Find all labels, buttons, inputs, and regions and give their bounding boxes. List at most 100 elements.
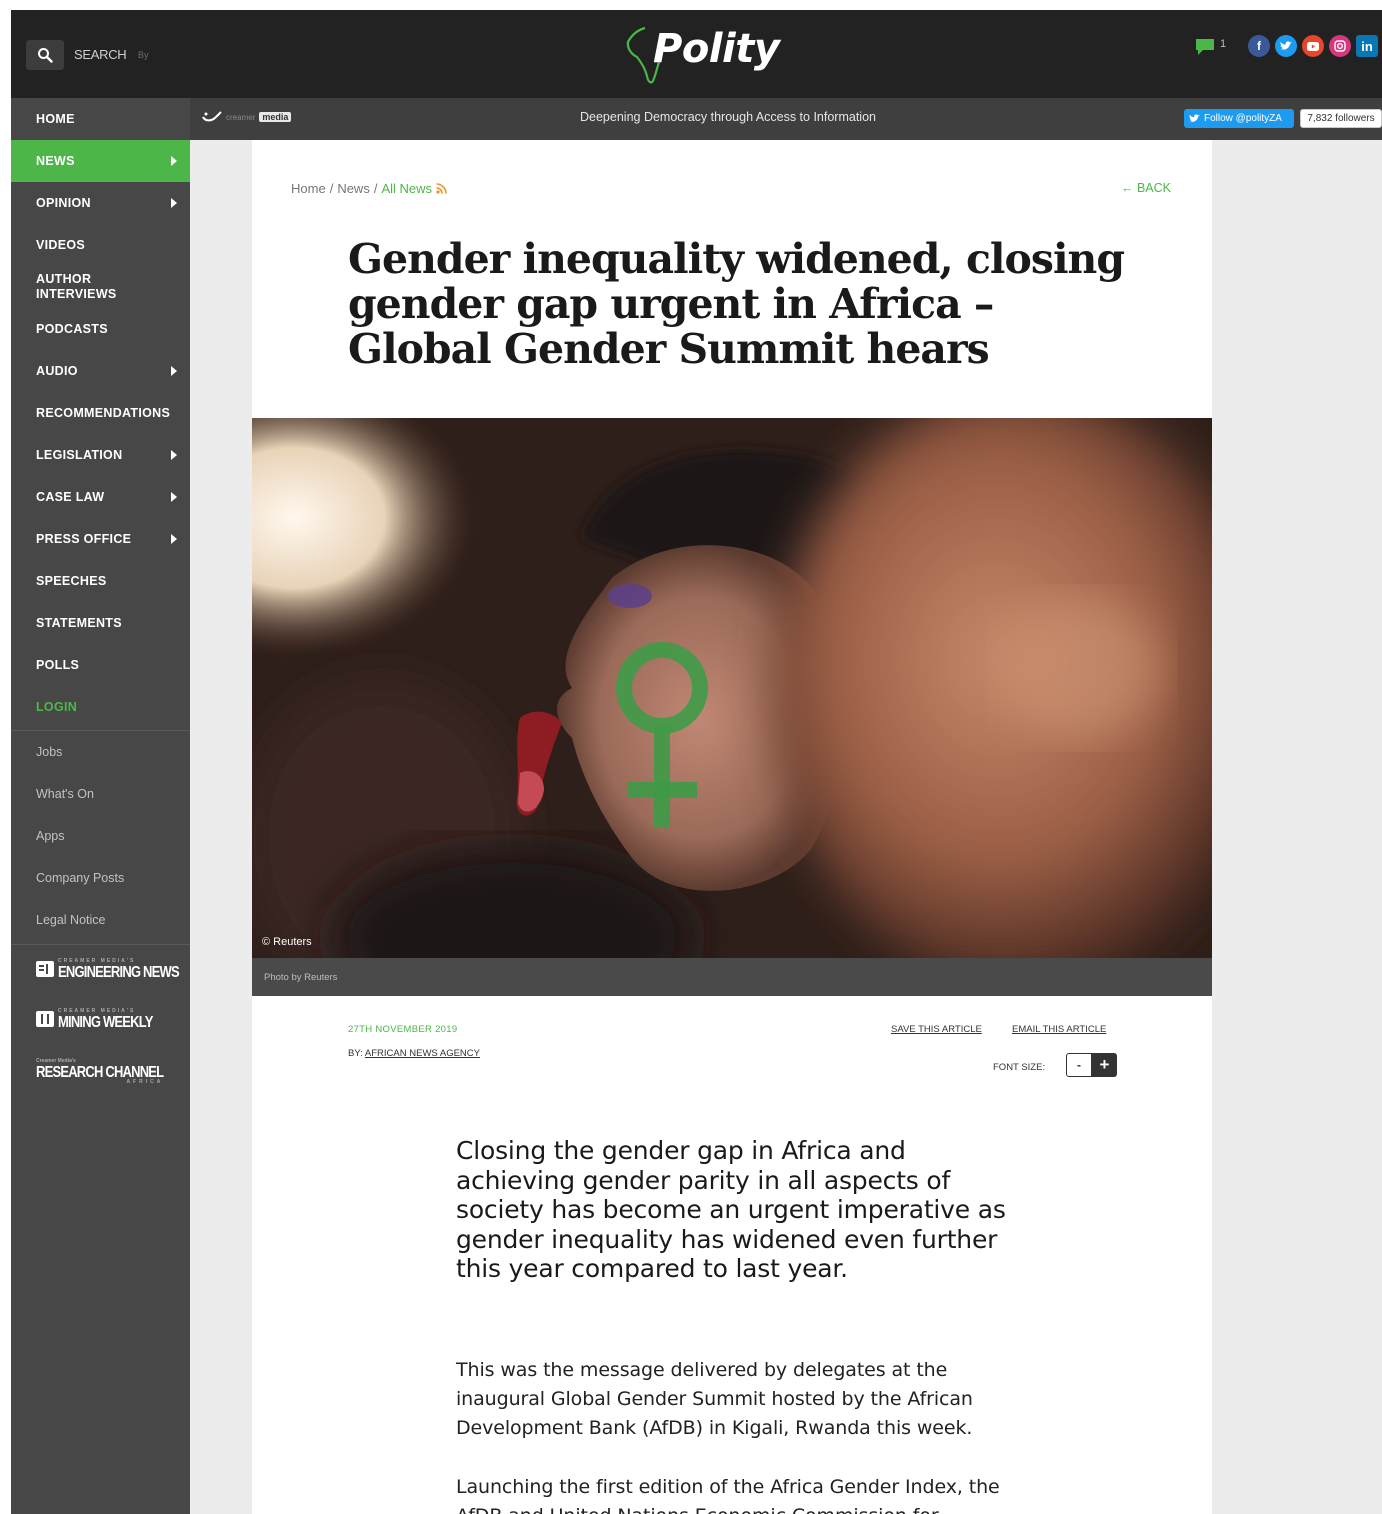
photo-illustration (252, 418, 1212, 958)
sidebar-item-label: Jobs (36, 745, 63, 759)
sidebar-item-jobs[interactable]: Jobs (11, 731, 190, 773)
brand-big: MINING WEEKLY (58, 1012, 153, 1031)
sidebar-divider (11, 944, 190, 945)
creamer-media-logo[interactable]: creamer media (202, 111, 292, 123)
sidebar-item-login[interactable]: LOGIN (11, 686, 190, 728)
sidebar-item-author-interviews[interactable]: AUTHOR INTERVIEWS (11, 266, 190, 308)
rss-icon[interactable] (436, 183, 447, 194)
arrow-right-icon (171, 534, 177, 544)
twitter-bird-icon (1189, 114, 1200, 123)
site-tagline: Deepening Democracy through Access to In… (580, 110, 876, 124)
font-decrease-button[interactable]: - (1066, 1053, 1092, 1077)
sidebar-item-podcasts[interactable]: PODCASTS (11, 308, 190, 350)
breadcrumb-news[interactable]: News (337, 181, 370, 196)
sidebar-item-statements[interactable]: STATEMENTS (11, 602, 190, 644)
breadcrumb-home[interactable]: Home (291, 181, 326, 196)
sidebar-item-whats-on[interactable]: What's On (11, 773, 190, 815)
article-byline: BY: AFRICAN NEWS AGENCY (348, 1048, 480, 1059)
youtube-icon[interactable] (1302, 35, 1324, 57)
arrow-right-icon (171, 198, 177, 208)
photo-credit: © Reuters (262, 936, 312, 948)
font-size-label: FONT SIZE: (993, 1062, 1046, 1073)
follow-label: Follow @polityZA (1204, 113, 1282, 124)
article-headline: Gender inequality widened, closing gende… (348, 235, 1125, 373)
breadcrumb-all-news[interactable]: All News (381, 181, 432, 196)
engineering-news-link[interactable]: CREAMER MEDIA'S ENGINEERING NEWS (36, 958, 180, 981)
search-by-label: By (138, 50, 149, 60)
sidebar-item-company-posts[interactable]: Company Posts (11, 857, 190, 899)
search-input[interactable]: SEARCH (74, 47, 127, 62)
sidebar-item-label: Company Posts (36, 871, 125, 885)
sidebar-item-label: What's On (36, 787, 94, 801)
mining-weekly-icon (36, 1010, 54, 1027)
sidebar-item-label: RECOMMENDATIONS (36, 406, 171, 420)
search-button[interactable] (26, 40, 64, 70)
save-article-link[interactable]: SAVE THIS ARTICLE (891, 1024, 982, 1035)
sidebar-item-label: STATEMENTS (36, 616, 122, 630)
font-increase-button[interactable]: + (1092, 1053, 1117, 1077)
sidebar-item-audio[interactable]: AUDIO (11, 350, 190, 392)
sidebar-item-label: SPEECHES (36, 574, 107, 588)
article-content: Home / News / All News ← BACK Gender ine… (252, 140, 1212, 1514)
sidebar-item-label: Apps (36, 829, 65, 843)
facebook-icon[interactable]: f (1248, 35, 1270, 57)
instagram-icon[interactable] (1329, 35, 1351, 57)
email-article-link[interactable]: EMAIL THIS ARTICLE (1012, 1024, 1106, 1035)
sidebar-item-label: PODCASTS (36, 322, 108, 336)
mining-weekly-link[interactable]: CREAMER MEDIA'S MINING WEEKLY (36, 1008, 153, 1031)
comment-count: 1 (1220, 38, 1227, 50)
sidebar-item-label: AUTHOR INTERVIEWS (36, 272, 117, 301)
creamer-swoosh-icon (202, 111, 222, 122)
sidebar-item-legal-notice[interactable]: Legal Notice (11, 899, 190, 941)
sidebar-item-speeches[interactable]: SPEECHES (11, 560, 190, 602)
creamer-word: creamer (226, 112, 256, 122)
sidebar-item-label: HOME (36, 112, 75, 126)
research-channel-link[interactable]: Creamer Media's RESEARCH CHANNEL AFRICA (36, 1058, 164, 1085)
sidebar-item-label: POLLS (36, 658, 80, 672)
sidebar-item-label: LEGISLATION (36, 448, 123, 462)
sidebar-item-press-office[interactable]: PRESS OFFICE (11, 518, 190, 560)
page-frame: SEARCH By Polity 1 f in creamer media De… (11, 10, 1382, 1514)
article-paragraph: This was the message delivered by delega… (456, 1359, 973, 1439)
article-paragraph: Launching the first edition of the Afric… (456, 1476, 1000, 1514)
article-date: 27TH NOVEMBER 2019 (348, 1024, 458, 1035)
sidebar-item-label: CASE LAW (36, 490, 105, 504)
breadcrumb: Home / News / All News (291, 181, 447, 196)
article-photo: © Reuters (252, 418, 1212, 958)
linkedin-icon[interactable]: in (1356, 35, 1378, 57)
sidebar-item-legislation[interactable]: LEGISLATION (11, 434, 190, 476)
breadcrumb-separator: / (329, 181, 334, 196)
arrow-right-icon (171, 492, 177, 502)
sidebar-item-news[interactable]: NEWS (11, 140, 190, 182)
comment-icon[interactable] (1195, 38, 1215, 56)
brand-big: ENGINEERING NEWS (58, 962, 180, 981)
article-lead: Closing the gender gap in Africa and ach… (456, 1136, 1006, 1283)
sub-header: creamer media Deepening Democracy throug… (190, 98, 1382, 140)
sidebar: HOME NEWS OPINION VIDEOS AUTHOR INTERVIE… (11, 98, 190, 1514)
sidebar-item-recommendations[interactable]: RECOMMENDATIONS (11, 392, 190, 434)
arrow-right-icon (171, 450, 177, 460)
engineering-news-icon (36, 960, 54, 977)
byline-prefix: BY: (348, 1048, 363, 1059)
twitter-icon[interactable] (1275, 35, 1297, 57)
sidebar-item-home[interactable]: HOME (11, 98, 190, 140)
sidebar-item-label: NEWS (36, 154, 75, 168)
sidebar-item-label: OPINION (36, 196, 91, 210)
back-link[interactable]: ← BACK (1121, 181, 1171, 195)
followers-count[interactable]: 7,832 followers (1300, 109, 1382, 128)
sidebar-item-label: PRESS OFFICE (36, 532, 132, 546)
sidebar-item-opinion[interactable]: OPINION (11, 182, 190, 224)
sidebar-item-label: Legal Notice (36, 913, 106, 927)
sidebar-item-videos[interactable]: VIDEOS (11, 224, 190, 266)
brand-big: RESEARCH CHANNEL (36, 1062, 164, 1081)
photo-caption-bar: Photo by Reuters (252, 958, 1212, 996)
sidebar-item-case-law[interactable]: CASE LAW (11, 476, 190, 518)
sidebar-item-polls[interactable]: POLLS (11, 644, 190, 686)
author-link[interactable]: AFRICAN NEWS AGENCY (365, 1048, 480, 1059)
sidebar-item-label: AUDIO (36, 364, 78, 378)
twitter-follow-button[interactable]: Follow @polityZA (1184, 109, 1294, 128)
site-logo[interactable]: Polity (653, 26, 780, 72)
photo-caption: Photo by Reuters (264, 972, 338, 983)
arrow-right-icon (171, 156, 177, 166)
sidebar-item-apps[interactable]: Apps (11, 815, 190, 857)
